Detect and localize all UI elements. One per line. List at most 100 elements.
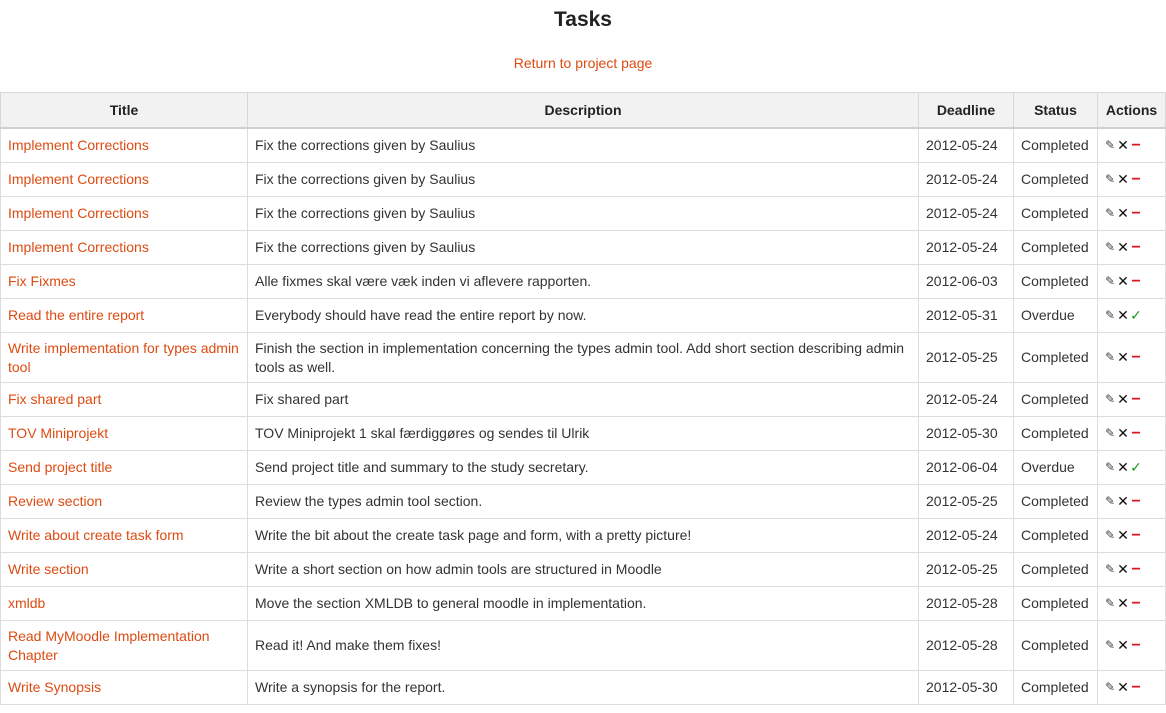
task-actions: ✎ ✕ − <box>1097 484 1166 519</box>
task-title-link[interactable]: Read MyMoodle Implementation Chapter <box>8 628 210 663</box>
edit-icon[interactable]: ✎ <box>1104 458 1116 477</box>
edit-icon[interactable]: ✎ <box>1104 238 1116 257</box>
delete-icon[interactable]: ✕ <box>1117 348 1129 367</box>
delete-icon[interactable]: ✕ <box>1117 306 1129 325</box>
task-title-link[interactable]: Implement Corrections <box>8 171 149 187</box>
task-title-link[interactable]: Implement Corrections <box>8 137 149 153</box>
task-title-link[interactable]: Write Synopsis <box>8 679 101 695</box>
task-description: Alle fixmes skal være væk inden vi aflev… <box>247 264 919 299</box>
edit-icon[interactable]: ✎ <box>1104 594 1116 613</box>
task-title-link[interactable]: Write about create task form <box>8 527 184 543</box>
task-description: Write a short section on how admin tools… <box>247 552 919 587</box>
delete-icon[interactable]: ✕ <box>1117 526 1129 545</box>
task-title-cell: Write Synopsis <box>0 670 248 705</box>
task-status: Completed <box>1013 552 1098 587</box>
task-title-link[interactable]: Write section <box>8 561 89 577</box>
return-to-project-link[interactable]: Return to project page <box>514 55 653 71</box>
task-actions: ✎ ✕ − <box>1097 196 1166 231</box>
delete-icon[interactable]: ✕ <box>1117 594 1129 613</box>
task-title-link[interactable]: Read the entire report <box>8 307 144 323</box>
remove-icon[interactable]: − <box>1130 492 1142 511</box>
delete-icon[interactable]: ✕ <box>1117 238 1129 257</box>
task-description: Fix the corrections given by Saulius <box>247 162 919 197</box>
remove-icon[interactable]: − <box>1130 678 1142 697</box>
remove-icon[interactable]: − <box>1130 390 1142 409</box>
edit-icon[interactable]: ✎ <box>1104 560 1116 579</box>
table-row: Fix Fixmes Alle fixmes skal være væk inde… <box>0 264 1166 299</box>
task-title-link[interactable]: Write implementation for types admin too… <box>8 340 239 375</box>
edit-icon[interactable]: ✎ <box>1104 678 1116 697</box>
task-actions: ✎ ✕ − <box>1097 162 1166 197</box>
task-description: Write a synopsis for the report. <box>247 670 919 705</box>
edit-icon[interactable]: ✎ <box>1104 204 1116 223</box>
edit-icon[interactable]: ✎ <box>1104 492 1116 511</box>
task-title-link[interactable]: xmldb <box>8 595 45 611</box>
task-deadline: 2012-05-24 <box>918 230 1014 265</box>
table-row: Write implementation for types admin too… <box>0 332 1166 383</box>
complete-check-icon[interactable]: ✓ <box>1130 458 1142 477</box>
delete-icon[interactable]: ✕ <box>1117 424 1129 443</box>
delete-icon[interactable]: ✕ <box>1117 636 1129 655</box>
delete-icon[interactable]: ✕ <box>1117 170 1129 189</box>
remove-icon[interactable]: − <box>1130 594 1142 613</box>
table-row: Implement Corrections Fix the corrections… <box>0 196 1166 231</box>
delete-icon[interactable]: ✕ <box>1117 272 1129 291</box>
edit-icon[interactable]: ✎ <box>1104 136 1116 155</box>
remove-icon[interactable]: − <box>1130 348 1142 367</box>
remove-icon[interactable]: − <box>1130 526 1142 545</box>
column-header-title[interactable]: Title <box>0 92 248 129</box>
edit-icon[interactable]: ✎ <box>1104 424 1116 443</box>
edit-icon[interactable]: ✎ <box>1104 526 1116 545</box>
delete-icon[interactable]: ✕ <box>1117 136 1129 155</box>
remove-icon[interactable]: − <box>1130 170 1142 189</box>
delete-icon[interactable]: ✕ <box>1117 204 1129 223</box>
task-status: Completed <box>1013 484 1098 519</box>
task-title-link[interactable]: TOV Miniprojekt <box>8 425 108 441</box>
edit-icon[interactable]: ✎ <box>1104 306 1116 325</box>
task-status: Completed <box>1013 196 1098 231</box>
column-header-description[interactable]: Description <box>247 92 919 129</box>
task-title-cell: Write about create task form <box>0 518 248 553</box>
task-title-link[interactable]: Fix Fixmes <box>8 273 76 289</box>
column-header-status[interactable]: Status <box>1013 92 1098 129</box>
delete-icon[interactable]: ✕ <box>1117 678 1129 697</box>
remove-icon[interactable]: − <box>1130 204 1142 223</box>
column-header-deadline[interactable]: Deadline <box>918 92 1014 129</box>
complete-check-icon[interactable]: ✓ <box>1130 306 1142 325</box>
remove-icon[interactable]: − <box>1130 272 1142 291</box>
edit-icon[interactable]: ✎ <box>1104 272 1116 291</box>
table-row: Implement Corrections Fix the corrections… <box>0 230 1166 265</box>
edit-icon[interactable]: ✎ <box>1104 170 1116 189</box>
edit-icon[interactable]: ✎ <box>1104 636 1116 655</box>
delete-icon[interactable]: ✕ <box>1117 458 1129 477</box>
task-deadline: 2012-05-24 <box>918 518 1014 553</box>
task-title-link[interactable]: Review section <box>8 493 102 509</box>
task-status: Completed <box>1013 620 1098 671</box>
task-actions: ✎ ✕ − <box>1097 230 1166 265</box>
edit-icon[interactable]: ✎ <box>1104 390 1116 409</box>
remove-icon[interactable]: − <box>1130 424 1142 443</box>
task-title-cell: Write implementation for types admin too… <box>0 332 248 383</box>
table-row: TOV Miniprojekt TOV Miniprojekt 1 skal fæ… <box>0 416 1166 451</box>
remove-icon[interactable]: − <box>1130 560 1142 579</box>
task-title-link[interactable]: Implement Corrections <box>8 205 149 221</box>
remove-icon[interactable]: − <box>1130 136 1142 155</box>
remove-icon[interactable]: − <box>1130 238 1142 257</box>
task-status: Completed <box>1013 586 1098 621</box>
task-title-link[interactable]: Implement Corrections <box>8 239 149 255</box>
delete-icon[interactable]: ✕ <box>1117 560 1129 579</box>
remove-icon[interactable]: − <box>1130 636 1142 655</box>
task-title-cell: Implement Corrections <box>0 162 248 197</box>
task-title-cell: xmldb <box>0 586 248 621</box>
task-title-link[interactable]: Fix shared part <box>8 391 101 407</box>
task-title-cell: Write section <box>0 552 248 587</box>
task-description: Everybody should have read the entire re… <box>247 298 919 333</box>
task-status: Completed <box>1013 518 1098 553</box>
delete-icon[interactable]: ✕ <box>1117 492 1129 511</box>
page: Tasks Return to project page Title Descr… <box>0 0 1166 713</box>
delete-icon[interactable]: ✕ <box>1117 390 1129 409</box>
edit-icon[interactable]: ✎ <box>1104 348 1116 367</box>
task-title-link[interactable]: Send project title <box>8 459 112 475</box>
task-title-cell: Send project title <box>0 450 248 485</box>
table-row: Review section Review the types admin too… <box>0 484 1166 519</box>
